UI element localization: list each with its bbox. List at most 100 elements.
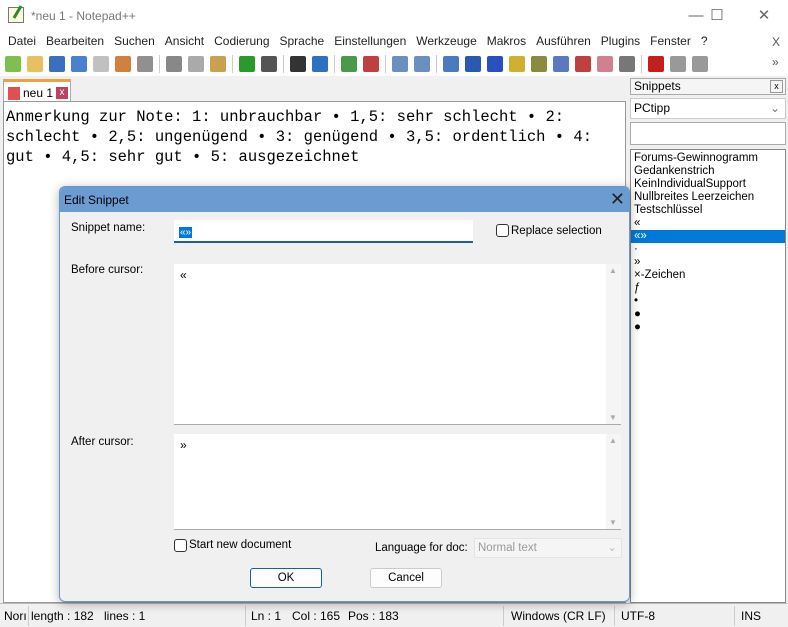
- replace-selection-label: Replace selection: [511, 225, 602, 237]
- menu-ausführen[interactable]: Ausführen: [531, 31, 596, 52]
- snippet-list-item[interactable]: «»: [631, 230, 785, 243]
- open-file-icon[interactable]: [27, 56, 43, 72]
- doc-list-icon[interactable]: [553, 56, 569, 72]
- snippet-list-item[interactable]: ●: [631, 308, 785, 321]
- close-all-icon[interactable]: [115, 56, 131, 72]
- status-insert-mode[interactable]: INS: [741, 609, 761, 623]
- snippet-list-item[interactable]: ·: [631, 243, 785, 256]
- cut-icon[interactable]: [166, 56, 182, 72]
- before-cursor-textarea[interactable]: «: [174, 264, 621, 425]
- after-cursor-value: »: [180, 438, 187, 452]
- snippet-list-item[interactable]: KeinIndividualSupport: [631, 178, 785, 191]
- copy-icon[interactable]: [188, 56, 204, 72]
- toolbar-separator: [159, 55, 160, 73]
- snippet-filter-input[interactable]: [630, 122, 786, 145]
- close-icon[interactable]: x: [770, 80, 783, 93]
- undo-icon[interactable]: [239, 56, 255, 72]
- menu-plugins[interactable]: Plugins: [596, 31, 645, 52]
- replace-selection-checkbox[interactable]: [496, 224, 509, 237]
- toolbar-separator: [334, 55, 335, 73]
- menu-datei[interactable]: Datei: [3, 31, 41, 52]
- snippet-list-item[interactable]: Forums-Gewinnogramm: [631, 152, 785, 165]
- menu-fenster[interactable]: Fenster: [645, 31, 696, 52]
- status-bar: Norı length : 182 lines : 1 Ln : 1 Col :…: [0, 603, 788, 627]
- edit-snippet-dialog: Edit Snippet ✕ Snippet name: «» Replace …: [59, 186, 630, 602]
- status-column: Col : 165: [292, 609, 341, 623]
- menu-einstellungen[interactable]: Einstellungen: [329, 31, 411, 52]
- after-cursor-textarea[interactable]: »: [174, 434, 621, 530]
- word-wrap-icon[interactable]: [443, 56, 459, 72]
- record-macro-icon[interactable]: [648, 56, 664, 72]
- play-macro-icon[interactable]: [692, 56, 708, 72]
- after-cursor-label: After cursor:: [71, 436, 134, 448]
- tab-neu-1[interactable]: neu 1 x: [3, 79, 71, 101]
- toolbar-separator: [641, 55, 642, 73]
- find-icon[interactable]: [290, 56, 306, 72]
- doc-map-icon[interactable]: [531, 56, 547, 72]
- print-icon[interactable]: [137, 56, 153, 72]
- paste-icon[interactable]: [210, 56, 226, 72]
- window-title: *neu 1 - Notepad++: [31, 9, 136, 23]
- dialog-title: Edit Snippet: [64, 193, 129, 207]
- menu-suchen[interactable]: Suchen: [109, 31, 160, 52]
- chevron-down-icon: ⌄: [607, 542, 617, 554]
- snippet-list-item[interactable]: ×-Zeichen: [631, 269, 785, 282]
- unsaved-file-icon: [8, 86, 20, 100]
- tab-bar: [0, 76, 628, 100]
- tab-close-icon[interactable]: x: [56, 87, 69, 99]
- toolbar: [0, 52, 788, 76]
- scrollbar[interactable]: [606, 264, 621, 424]
- snippet-list-item[interactable]: •: [631, 295, 785, 308]
- dialog-close-button[interactable]: ✕: [610, 189, 625, 209]
- monitor-icon[interactable]: [619, 56, 635, 72]
- close-window-button[interactable]: ✕: [742, 4, 786, 28]
- snippet-list-item[interactable]: ●: [631, 321, 785, 334]
- toolbar-overflow-button[interactable]: »: [772, 55, 779, 69]
- indent-guide-icon[interactable]: [487, 56, 503, 72]
- ok-button[interactable]: OK: [250, 568, 322, 588]
- snippet-library-select[interactable]: PCtipp ⌄: [630, 98, 786, 119]
- language-value: Normal text: [478, 542, 537, 554]
- save-icon[interactable]: [49, 56, 65, 72]
- start-new-document-checkbox[interactable]: [174, 539, 187, 552]
- snippet-list-item[interactable]: »: [631, 256, 785, 269]
- save-all-icon[interactable]: [71, 56, 87, 72]
- status-encoding[interactable]: UTF-8: [621, 609, 655, 623]
- snippet-name-value: «»: [179, 227, 193, 238]
- snippet-list-item[interactable]: Testschlüssel: [631, 204, 785, 217]
- folder-workspace-icon[interactable]: [597, 56, 613, 72]
- close-document-x[interactable]: X: [772, 35, 780, 49]
- snippet-list-item[interactable]: «: [631, 217, 785, 230]
- status-eol[interactable]: Windows (CR LF): [511, 609, 606, 623]
- zoom-out-icon[interactable]: [363, 56, 379, 72]
- menu-werkzeuge[interactable]: Werkzeuge: [411, 31, 481, 52]
- snippet-name-input[interactable]: «»: [174, 220, 473, 243]
- snippet-list[interactable]: Forums-Gewinnogramm Gedankenstrich KeinInd…: [630, 149, 786, 603]
- snippet-list-item[interactable]: Gedankenstrich: [631, 165, 785, 178]
- sync-h-icon[interactable]: [414, 56, 430, 72]
- menu-bearbeiten[interactable]: Bearbeiten: [41, 31, 109, 52]
- menu-ansicht[interactable]: Ansicht: [160, 31, 209, 52]
- maximize-button[interactable]: ☐: [695, 4, 739, 28]
- new-file-icon[interactable]: [5, 56, 21, 72]
- snippet-list-item[interactable]: ƒ: [631, 282, 785, 295]
- language-select[interactable]: Normal text ⌄: [474, 538, 622, 558]
- udl-icon[interactable]: [509, 56, 525, 72]
- cancel-button[interactable]: Cancel: [370, 568, 442, 588]
- start-new-document-label: Start new document: [189, 539, 292, 551]
- replace-icon[interactable]: [312, 56, 328, 72]
- scrollbar[interactable]: [606, 434, 621, 529]
- show-all-chars-icon[interactable]: [465, 56, 481, 72]
- menu-makros[interactable]: Makros: [482, 31, 531, 52]
- snippets-panel-title: Snippets: [634, 79, 681, 93]
- function-list-icon[interactable]: [575, 56, 591, 72]
- close-icon[interactable]: [93, 56, 109, 72]
- zoom-in-icon[interactable]: [341, 56, 357, 72]
- menu-codierung[interactable]: Codierung: [209, 31, 274, 52]
- menu-[interactable]: ?: [696, 31, 713, 52]
- redo-icon[interactable]: [261, 56, 277, 72]
- sync-v-icon[interactable]: [392, 56, 408, 72]
- snippet-list-item[interactable]: Nullbreites Leerzeichen: [631, 191, 785, 204]
- menu-sprache[interactable]: Sprache: [275, 31, 330, 52]
- stop-macro-icon[interactable]: [670, 56, 686, 72]
